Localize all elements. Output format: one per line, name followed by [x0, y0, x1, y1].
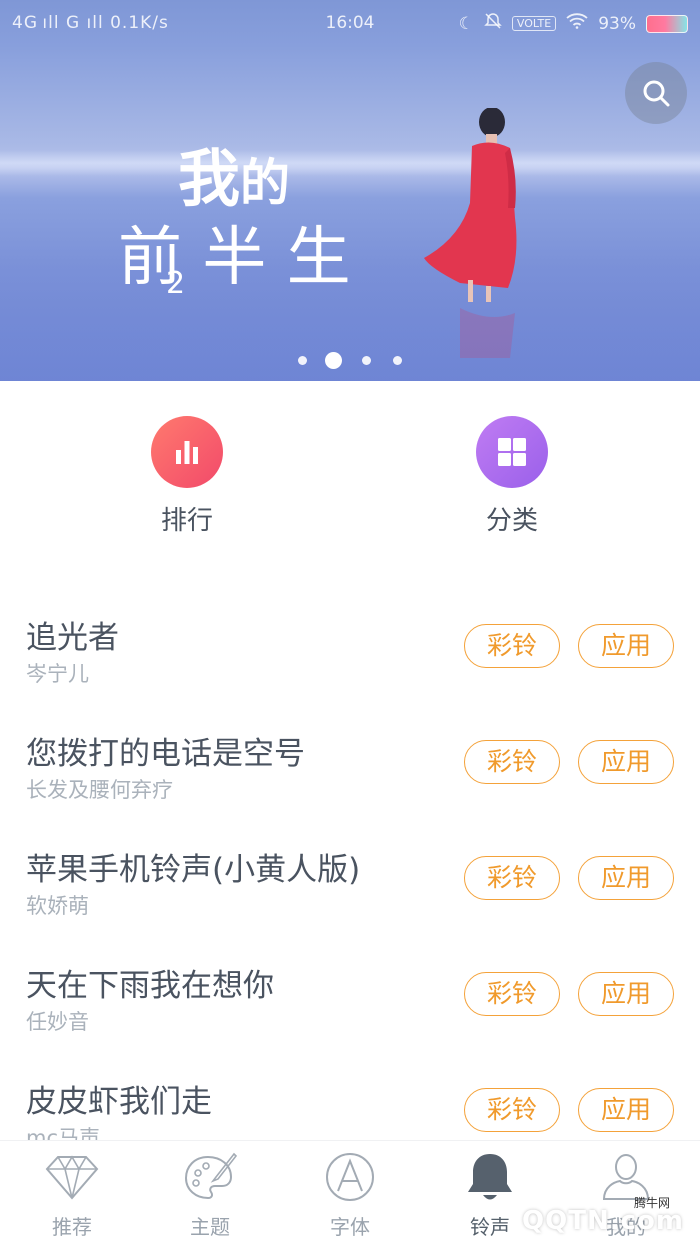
pager-dot-active[interactable] — [325, 352, 342, 369]
quick-entries: 排行 分类 — [0, 381, 700, 551]
nav-label: 主题 — [190, 1215, 230, 1239]
apply-button[interactable]: 应用 — [578, 856, 674, 900]
search-icon — [643, 80, 670, 107]
wifi-icon — [566, 13, 588, 34]
status-bar: 4G ıll G ıll 0.1K/s 16:04 ☾ VOLTE 93% — [0, 0, 700, 46]
nav-recommend[interactable]: 推荐 — [2, 1149, 142, 1240]
nav-font[interactable]: 字体 — [280, 1149, 420, 1240]
category-circle[interactable] — [476, 416, 548, 488]
apply-button[interactable]: 应用 — [578, 972, 674, 1016]
battery-percent: 93% — [598, 13, 636, 34]
song-title: 您拨打的电话是空号 — [26, 736, 305, 772]
battery-icon — [646, 14, 688, 33]
palette-icon — [184, 1152, 238, 1200]
song-artist: 任妙音 — [26, 1010, 89, 1034]
rank-label: 排行 — [160, 506, 213, 536]
moon-icon: ☾ — [458, 13, 474, 34]
nav-label: 推荐 — [52, 1215, 92, 1239]
grid-icon — [498, 438, 526, 466]
banner-title-sub: 2 — [166, 266, 186, 301]
color-ring-button[interactable]: 彩铃 — [464, 972, 560, 1016]
apply-button[interactable]: 应用 — [578, 1088, 674, 1132]
song-artist: 软娇萌 — [26, 894, 89, 918]
color-ring-button[interactable]: 彩铃 — [464, 856, 560, 900]
song-artist: 岑宁儿 — [26, 662, 89, 686]
horizon-glow — [0, 150, 700, 176]
diamond-icon — [45, 1155, 99, 1200]
apply-button[interactable]: 应用 — [578, 740, 674, 784]
category-entry[interactable]: 分类 — [432, 416, 592, 537]
color-ring-button[interactable]: 彩铃 — [464, 740, 560, 784]
song-title: 天在下雨我在想你 — [26, 968, 274, 1004]
banner-pager[interactable] — [0, 350, 700, 370]
volte-badge: VOLTE — [511, 16, 557, 31]
qqtn-watermark: 腾牛网 QQTN.com — [490, 1196, 690, 1242]
nav-theme[interactable]: 主题 — [140, 1149, 280, 1240]
song-title: 皮皮虾我们走 — [26, 1084, 212, 1120]
color-ring-button[interactable]: 彩铃 — [464, 1088, 560, 1132]
song-artist: 长发及腰何弃疗 — [26, 778, 173, 802]
nav-label: 字体 — [330, 1215, 370, 1239]
song-row[interactable]: 天在下雨我在想你 任妙音 彩铃 应用 — [0, 952, 700, 1068]
rank-circle[interactable] — [151, 416, 223, 488]
bar-chart-icon — [176, 441, 198, 464]
banner-title-char: 我 — [178, 142, 241, 215]
banner-title-line2: 前 半 生 — [118, 221, 351, 295]
search-button[interactable] — [625, 62, 687, 124]
woman-figure-image — [424, 108, 517, 358]
mute-bell-icon — [484, 12, 502, 35]
pager-dot[interactable] — [393, 356, 402, 365]
song-title: 苹果手机铃声(小黄人版) — [26, 852, 361, 888]
font-a-icon — [326, 1153, 374, 1201]
pager-dot[interactable] — [362, 356, 371, 365]
color-ring-button[interactable]: 彩铃 — [464, 624, 560, 668]
song-row[interactable]: 苹果手机铃声(小黄人版) 软娇萌 彩铃 应用 — [0, 836, 700, 952]
hero-banner[interactable]: 4G ıll G ıll 0.1K/s 16:04 ☾ VOLTE 93% 我的… — [0, 0, 700, 381]
pager-dot[interactable] — [298, 356, 307, 365]
rank-entry[interactable]: 排行 — [107, 416, 267, 537]
status-icons: ☾ VOLTE 93% — [459, 12, 688, 35]
song-title: 追光者 — [26, 620, 119, 656]
banner-title-char: 的 — [240, 154, 291, 212]
category-label: 分类 — [485, 506, 538, 536]
song-row[interactable]: 您拨打的电话是空号 长发及腰何弃疗 彩铃 应用 — [0, 720, 700, 836]
song-row[interactable]: 追光者 岑宁儿 彩铃 应用 — [0, 604, 700, 720]
apply-button[interactable]: 应用 — [578, 624, 674, 668]
watermark-main-text: QQTN.com — [522, 1206, 684, 1236]
banner-title-line1: 我的 — [178, 128, 290, 218]
